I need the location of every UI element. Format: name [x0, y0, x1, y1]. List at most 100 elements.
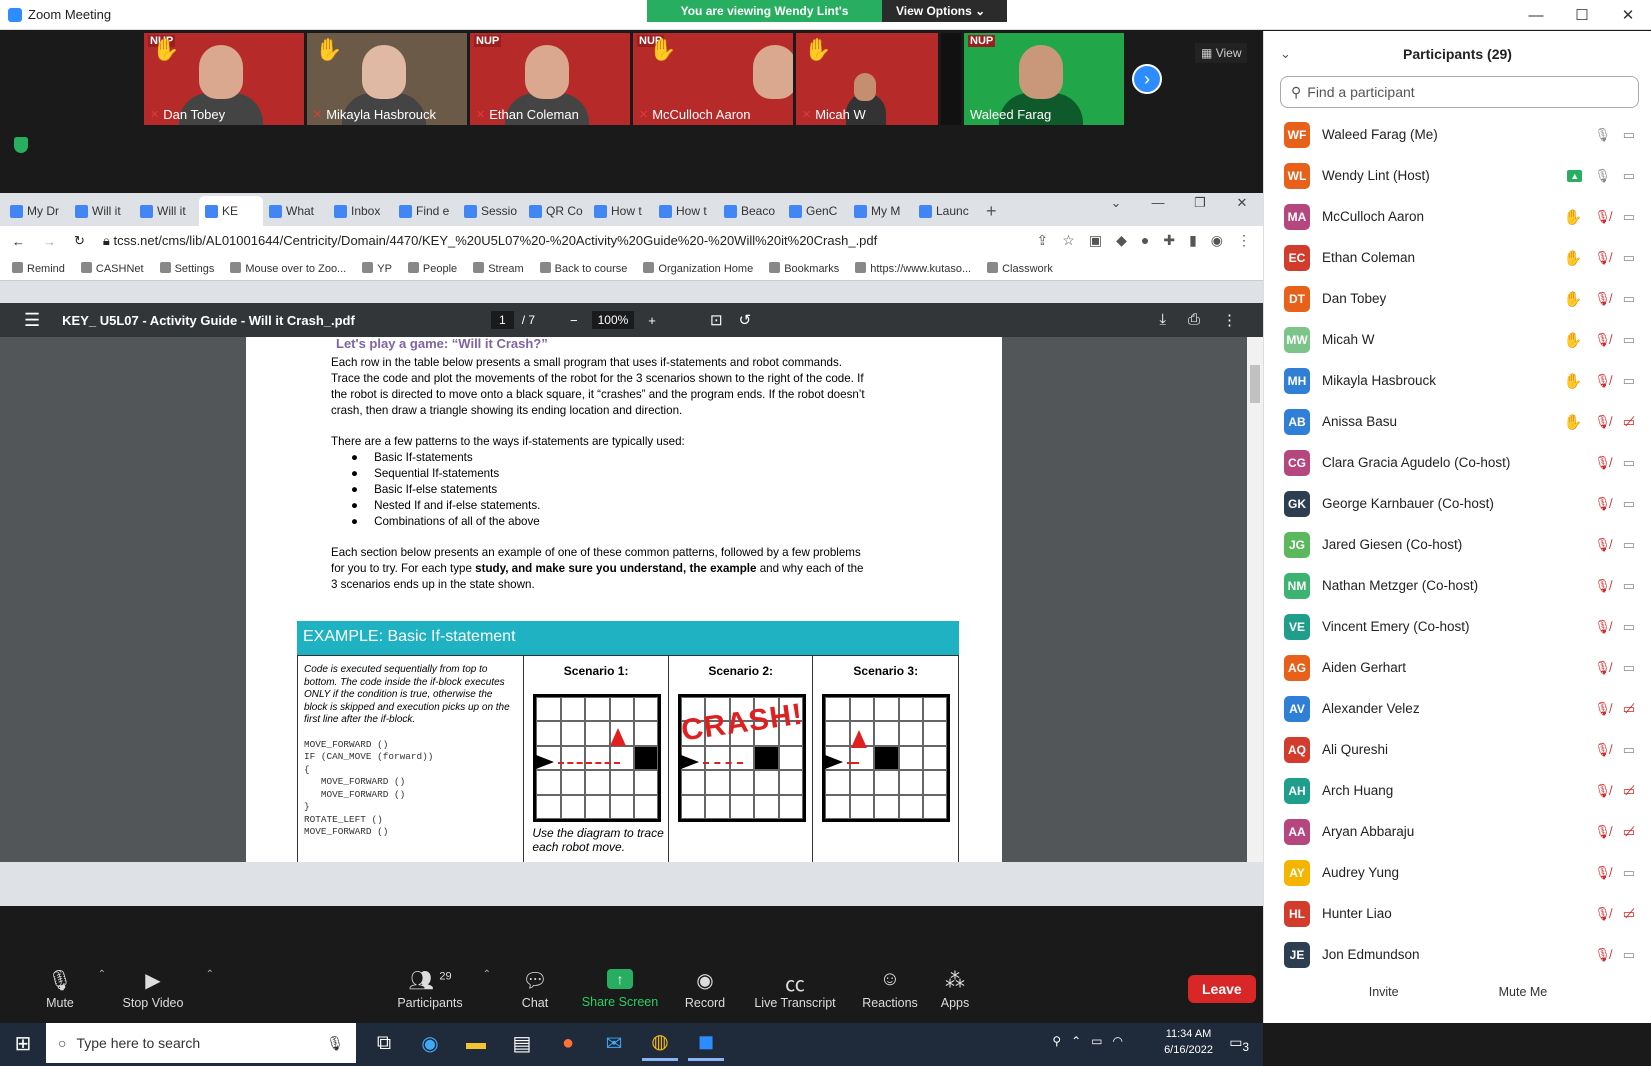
more-options-icon[interactable]: ⋮: [1222, 311, 1237, 329]
chevron-up-icon[interactable]: ⌃: [1071, 1034, 1081, 1048]
browser-tab[interactable]: Will it: [69, 196, 134, 226]
share-icon[interactable]: ⇪: [1037, 232, 1049, 249]
task-view-icon[interactable]: ⧉: [366, 1025, 402, 1061]
zoom-level-input[interactable]: 100%: [591, 311, 635, 329]
chrome-icon[interactable]: ◍: [642, 1025, 678, 1061]
tab-search-icon[interactable]: ⌄: [1095, 195, 1137, 211]
participant-row[interactable]: WF Waleed Farag (Me) 🎙︎ ▭: [1264, 114, 1651, 155]
extension-icon[interactable]: ●: [1141, 232, 1149, 249]
microphone-icon[interactable]: 🎙︎: [1594, 168, 1611, 184]
star-icon[interactable]: ☆: [1062, 232, 1075, 249]
participant-row[interactable]: AG Aiden Gerhart 🎙︎̸ ▭: [1264, 647, 1651, 688]
video-tile[interactable]: ✋ ✕ Micah W: [796, 33, 938, 125]
live-transcript-button[interactable]: ㏄ Live Transcript: [745, 955, 845, 1023]
video-tile[interactable]: NUP Waleed Farag: [964, 33, 1124, 125]
bookmark-item[interactable]: Stream: [473, 261, 524, 275]
microphone-muted-icon[interactable]: 🎙︎̸: [1594, 824, 1611, 840]
print-icon[interactable]: ⎙: [1188, 311, 1200, 329]
participant-row[interactable]: NM Nathan Metzger (Co-host) 🎙︎̸ ▭: [1264, 565, 1651, 606]
chat-button[interactable]: 💬︎ Chat: [505, 955, 565, 1023]
browser-close-icon[interactable]: ✕: [1221, 195, 1263, 211]
zoom-in-icon[interactable]: +: [648, 313, 656, 328]
participant-row[interactable]: HL Hunter Liao 🎙︎̸ ▭̸: [1264, 893, 1651, 934]
video-tile[interactable]: NUP ✕ Ethan Coleman: [470, 33, 630, 125]
microphone-icon[interactable]: 🎙︎: [326, 1035, 344, 1052]
participant-row[interactable]: MH Mikayla Hasbrouck ✋ 🎙︎̸ ▭: [1264, 360, 1651, 401]
browser-tab[interactable]: My M: [848, 196, 913, 226]
microphone-muted-icon[interactable]: 🎙︎̸: [1594, 578, 1611, 594]
participants-button[interactable]: 👥︎ 29 Participants ⌃: [385, 955, 491, 1023]
windows-start-icon[interactable]: ⊞: [0, 1020, 46, 1066]
microphone-muted-icon[interactable]: 🎙︎̸: [1594, 783, 1611, 799]
participant-row[interactable]: JG Jared Giesen (Co-host) 🎙︎̸ ▭: [1264, 524, 1651, 565]
participant-row[interactable]: MA McCulloch Aaron ✋ 🎙︎̸ ▭: [1264, 196, 1651, 237]
puzzle-icon[interactable]: ✚: [1163, 232, 1175, 249]
fit-page-icon[interactable]: ⊡: [710, 311, 723, 329]
participant-row[interactable]: AB Anissa Basu ✋ 🎙︎̸ ▭̸: [1264, 401, 1651, 442]
scrollbar-thumb[interactable]: [1250, 365, 1260, 403]
stop-video-button[interactable]: ▶︎ Stop Video ⌃: [108, 955, 214, 1023]
bookmark-item[interactable]: Classwork: [987, 261, 1053, 275]
wifi-icon[interactable]: ◠: [1113, 1034, 1123, 1048]
bookmark-item[interactable]: People: [407, 261, 457, 275]
microphone-muted-icon[interactable]: 🎙︎̸: [1594, 701, 1611, 717]
microphone-muted-icon[interactable]: 🎙︎̸: [1594, 250, 1611, 266]
taskbar-search[interactable]: ○ Type here to search 🎙︎: [46, 1023, 356, 1063]
microphone-muted-icon[interactable]: 🎙︎̸: [1594, 414, 1611, 430]
microphone-muted-icon[interactable]: 🎙︎̸: [1594, 455, 1611, 471]
hamburger-menu-icon[interactable]: ☰: [24, 310, 40, 331]
participant-row[interactable]: AH Arch Huang 🎙︎̸ ▭̸: [1264, 770, 1651, 811]
caret-up-icon[interactable]: ⌃: [98, 969, 106, 980]
participant-row[interactable]: VE Vincent Emery (Co-host) 🎙︎̸ ▭: [1264, 606, 1651, 647]
browser-tab[interactable]: Sessio: [458, 196, 523, 226]
clock[interactable]: 11:34 AM 6/16/2022: [1164, 1026, 1213, 1058]
participant-row[interactable]: AQ Ali Qureshi 🎙︎̸ ▭: [1264, 729, 1651, 770]
record-button[interactable]: ◉ Record: [675, 955, 735, 1023]
browser-tab[interactable]: Find e: [393, 196, 458, 226]
forward-icon[interactable]: →: [43, 234, 56, 249]
participant-row[interactable]: AY Audrey Yung 🎙︎̸ ▭: [1264, 852, 1651, 893]
browser-tab[interactable]: How t: [588, 196, 653, 226]
bookmark-item[interactable]: CASHNet: [80, 261, 144, 275]
video-tile[interactable]: NUP ✋ ✕ McCulloch Aaron: [633, 33, 793, 125]
view-options-button[interactable]: View Options ⌄: [882, 0, 1007, 22]
zoom-taskbar-icon[interactable]: ◼: [688, 1025, 724, 1061]
mute-me-button[interactable]: Mute Me: [1499, 985, 1548, 999]
browser-tab[interactable]: KE: [199, 196, 263, 226]
browser-restore-icon[interactable]: ❐: [1179, 195, 1221, 211]
browser-tab[interactable]: Beaco: [718, 196, 783, 226]
participant-row[interactable]: AV Alexander Velez 🎙︎̸ ▭̸: [1264, 688, 1651, 729]
browser-tab[interactable]: Inbox: [328, 196, 393, 226]
leave-button[interactable]: Leave: [1188, 975, 1256, 1003]
browser-minimize-icon[interactable]: —: [1137, 195, 1179, 211]
microphone-muted-icon[interactable]: 🎙︎̸: [1594, 373, 1611, 389]
view-button[interactable]: ▦ View: [1195, 43, 1248, 63]
back-icon[interactable]: ←: [12, 234, 25, 249]
microphone-icon[interactable]: 🎙︎: [1594, 127, 1611, 143]
microphone-muted-icon[interactable]: 🎙︎̸: [1594, 332, 1611, 348]
bookmark-item[interactable]: Bookmarks: [769, 261, 839, 275]
maximize-icon[interactable]: ☐: [1559, 0, 1605, 30]
participant-row[interactable]: GK George Karnbauer (Co-host) 🎙︎̸ ▭: [1264, 483, 1651, 524]
browser-tab[interactable]: Launc: [913, 196, 978, 226]
participant-row[interactable]: DT Dan Tobey ✋ 🎙︎̸ ▭: [1264, 278, 1651, 319]
file-explorer-icon[interactable]: ▬: [458, 1025, 494, 1061]
battery-icon[interactable]: ▭: [1091, 1034, 1102, 1048]
participant-search-input[interactable]: ⚲ Find a participant: [1280, 76, 1639, 108]
reload-icon[interactable]: ↻: [74, 233, 85, 249]
mute-button[interactable]: 🎙︎ Mute ⌃: [30, 955, 106, 1023]
video-tile[interactable]: ✋ ✕ Mikayla Hasbrouck: [307, 33, 467, 125]
url-field[interactable]: 🔒︎ tcss.net/cms/lib/AL01001644/Centricit…: [103, 233, 877, 249]
bookmark-item[interactable]: YP: [362, 261, 392, 275]
chevron-down-icon[interactable]: ⌄: [1280, 46, 1291, 62]
microphone-muted-icon[interactable]: 🎙︎̸: [1594, 906, 1611, 922]
apps-button[interactable]: ⁂ Apps: [930, 955, 980, 1023]
share-screen-button[interactable]: ↑ Share Screen: [575, 955, 665, 1023]
extension-icon[interactable]: ◆: [1116, 232, 1127, 249]
microphone-muted-icon[interactable]: 🎙︎̸: [1594, 742, 1611, 758]
new-tab-icon[interactable]: +: [986, 196, 997, 226]
close-icon[interactable]: ✕: [1605, 0, 1651, 30]
participant-row[interactable]: MW Micah W ✋ 🎙︎̸ ▭: [1264, 319, 1651, 360]
browser-tab[interactable]: My Dr: [4, 196, 69, 226]
pdf-scrollbar[interactable]: [1247, 337, 1263, 862]
